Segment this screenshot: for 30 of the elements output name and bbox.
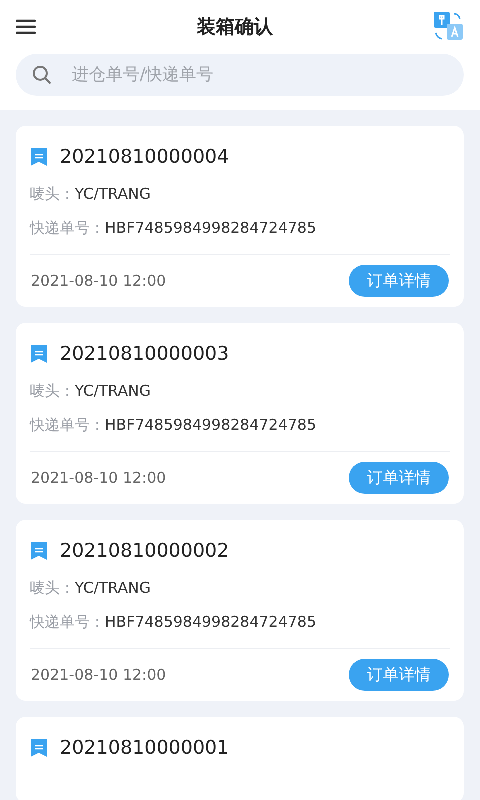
field-value: YC/TRANG xyxy=(75,579,151,597)
field-value: HBF7485984998284724785 xyxy=(105,416,317,434)
field-label: 快递单号： xyxy=(30,218,105,238)
field-label: 快递单号： xyxy=(30,612,105,632)
menu-icon[interactable] xyxy=(16,19,36,35)
bookmark-icon xyxy=(30,344,48,364)
order-date: 2021-08-10 12:00 xyxy=(31,272,166,290)
field-label: 快递单号： xyxy=(30,416,105,434)
order-number: 20210810000002 xyxy=(60,540,230,562)
order-number: 20210810000003 xyxy=(60,343,230,365)
order-number: 20210810000004 xyxy=(60,146,230,168)
field-value: YC/TRANG xyxy=(75,382,151,400)
field-value: YC/TRANG xyxy=(75,185,151,203)
translate-icon[interactable] xyxy=(434,12,464,42)
order-date: 2021-08-10 12:00 xyxy=(31,666,166,684)
order-details-button[interactable]: 订单详情 xyxy=(349,659,449,691)
order-details-button[interactable]: 订单详情 xyxy=(349,462,449,494)
page-title: 装箱确认 xyxy=(197,15,273,40)
order-details-button[interactable]: 订单详情 xyxy=(349,265,449,297)
field-value: HBF7485984998284724785 xyxy=(105,613,317,631)
bookmark-icon xyxy=(30,738,48,758)
order-number: 20210810000001 xyxy=(60,737,230,759)
field-label: 唛头： xyxy=(30,578,75,598)
bookmark-icon xyxy=(30,541,48,561)
order-date: 2021-08-10 12:00 xyxy=(31,469,166,487)
bookmark-icon xyxy=(30,147,48,167)
field-label: 唛头： xyxy=(30,184,75,204)
field-value: HBF7485984998284724785 xyxy=(105,219,317,237)
field-label: 唛头： xyxy=(30,382,75,400)
search-field[interactable]: 进仓单号/快递单号 xyxy=(16,54,464,96)
